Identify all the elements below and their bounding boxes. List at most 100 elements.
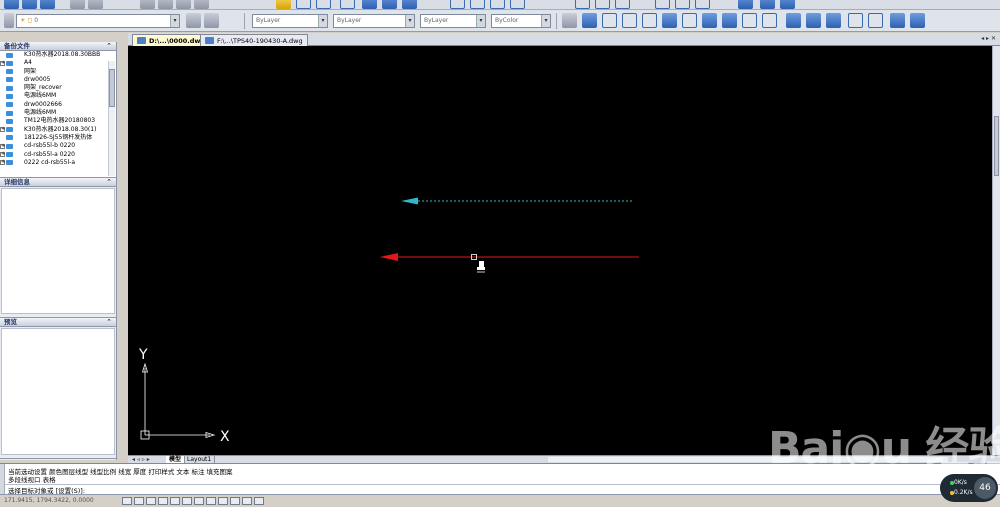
osnap-toggle[interactable] (170, 497, 180, 505)
mirror-icon[interactable] (602, 13, 617, 28)
array-icon[interactable] (642, 13, 657, 28)
extend-icon[interactable] (762, 13, 777, 28)
tree-item[interactable]: + cd-rsb55l-a 0220 (0, 151, 116, 159)
design-center-icon[interactable] (382, 0, 397, 9)
tree-item[interactable]: K30热水器2018.08.30BBB (0, 51, 116, 59)
hatch-tool-icon[interactable] (695, 0, 710, 9)
lineweight-combo[interactable]: ByLayer ▾ (420, 14, 486, 28)
tree-item[interactable]: 网架 (0, 68, 116, 76)
command-input[interactable]: 选择目标对象或 [设置(S)]: (5, 484, 1000, 495)
cyan-arrowhead[interactable] (401, 197, 418, 205)
tree-item[interactable]: + A4 (0, 59, 116, 67)
annotation-toggle[interactable] (254, 497, 264, 505)
ortho-toggle[interactable] (146, 497, 156, 505)
tree-item[interactable]: 181226-SJ55钢杆发热体 (0, 134, 116, 142)
stretch-icon[interactable] (722, 13, 737, 28)
tool-palette-icon[interactable] (402, 0, 417, 9)
color-combo[interactable]: ByLayer ▾ (252, 14, 328, 28)
rotate-icon[interactable] (682, 13, 697, 28)
match-properties-icon[interactable] (194, 0, 209, 9)
offset-icon[interactable] (622, 13, 637, 28)
preview-header[interactable]: 预览 ⌃ (0, 318, 116, 327)
vertical-scrollbar[interactable] (992, 46, 1000, 455)
cut-icon[interactable] (140, 0, 155, 9)
layout-nav-icons[interactable]: ◂ ◃ ▹ ▸ (132, 456, 150, 463)
tree-item[interactable]: TM12电热水器20180803 (0, 117, 116, 125)
polar-toggle[interactable] (158, 497, 168, 505)
tab-model[interactable]: 模型 (166, 456, 186, 463)
tree-item[interactable]: 网架_recover (0, 84, 116, 92)
ellipse-tool-icon[interactable] (615, 0, 630, 9)
edit-polyline-icon[interactable] (890, 13, 905, 28)
new-file-icon[interactable] (4, 0, 19, 9)
make-current-layer-icon[interactable] (186, 13, 201, 28)
move-icon[interactable] (662, 13, 677, 28)
expand-icon[interactable]: + (0, 152, 5, 158)
chamfer-icon[interactable] (826, 13, 841, 28)
scale-icon[interactable] (702, 13, 717, 28)
copy-icon[interactable] (158, 0, 173, 9)
arc-tool-icon[interactable] (490, 0, 505, 9)
copy-object-icon[interactable] (582, 13, 597, 28)
linetype-combo[interactable]: ByLayer ▾ (333, 14, 415, 28)
layer-manager-icon[interactable] (4, 13, 14, 28)
expand-icon[interactable]: + (0, 143, 5, 149)
tab-layout1[interactable]: Layout1 (184, 456, 216, 463)
grid-toggle[interactable] (134, 497, 144, 505)
region-tool-icon[interactable] (738, 0, 753, 9)
drawing-tab[interactable]: D:\...\0000.dwg (132, 34, 211, 46)
plotstyle-combo[interactable]: ByColor ▾ (491, 14, 551, 28)
tree-scrollbar[interactable] (108, 61, 115, 176)
save-icon[interactable] (40, 0, 55, 9)
explode-icon[interactable] (868, 13, 883, 28)
scroll-thumb[interactable] (994, 116, 999, 176)
layer-previous-icon[interactable] (204, 13, 219, 28)
details-header[interactable]: 详细信息 ⌃ (0, 178, 116, 187)
collapse-icon[interactable]: ⌃ (106, 178, 112, 187)
selection-cycling-toggle[interactable] (242, 497, 252, 505)
lwt-toggle[interactable] (206, 497, 216, 505)
drawing-tab[interactable]: F:\...\TPS40-190430-A.dwg (200, 34, 308, 46)
tree-item[interactable]: + K30热水器2018.08.30(1) (0, 126, 116, 134)
quick-properties-toggle[interactable] (230, 497, 240, 505)
expand-icon[interactable]: + (0, 60, 5, 66)
pan-icon[interactable] (276, 0, 291, 9)
expand-icon[interactable]: + (0, 127, 5, 133)
red-arrowhead[interactable] (380, 253, 398, 261)
snap-toggle[interactable] (122, 497, 132, 505)
network-speed-widget[interactable]: 0K/s 0.2K/s 46 (940, 474, 998, 502)
edit-text-icon[interactable] (910, 13, 925, 28)
open-file-icon[interactable] (22, 0, 37, 9)
scroll-thumb[interactable] (109, 69, 115, 107)
backup-files-header[interactable]: 备份文件 ⌃ (0, 42, 116, 51)
tree-item[interactable]: drw0002666 (0, 101, 116, 109)
collapse-icon[interactable]: ⌃ (106, 42, 112, 51)
break-icon[interactable] (786, 13, 801, 28)
line-tool-icon[interactable] (450, 0, 465, 9)
polygon-tool-icon[interactable] (510, 0, 525, 9)
tree-item[interactable]: 电源线6MM (0, 92, 116, 100)
print-preview-icon[interactable] (88, 0, 103, 9)
layer-combo[interactable]: ☀ ◻ 0 ▾ (16, 14, 180, 28)
erase-icon[interactable] (562, 13, 577, 28)
dyn-toggle[interactable] (194, 497, 204, 505)
fillet-icon[interactable] (848, 13, 863, 28)
polyline-tool-icon[interactable] (470, 0, 485, 9)
expand-icon[interactable]: + (0, 160, 5, 166)
properties-icon[interactable] (362, 0, 377, 9)
spline-tool-icon[interactable] (595, 0, 610, 9)
zoom-previous-icon[interactable] (340, 0, 355, 9)
join-icon[interactable] (806, 13, 821, 28)
collapse-icon[interactable]: ⌃ (106, 318, 112, 327)
model-toggle[interactable] (218, 497, 228, 505)
zoom-window-icon[interactable] (316, 0, 331, 9)
mtext-tool-icon[interactable] (780, 0, 795, 9)
insert-block-icon[interactable] (655, 0, 670, 9)
tree-item[interactable]: +0222 cd-rsb55l-a (0, 159, 116, 167)
table-tool-icon[interactable] (760, 0, 775, 9)
tab-navigation-icons[interactable]: ◂ ▸ ✕ (981, 35, 996, 42)
otrack-toggle[interactable] (182, 497, 192, 505)
tree-item[interactable]: drw0005 (0, 76, 116, 84)
circle-tool-icon[interactable] (575, 0, 590, 9)
paste-icon[interactable] (176, 0, 191, 9)
